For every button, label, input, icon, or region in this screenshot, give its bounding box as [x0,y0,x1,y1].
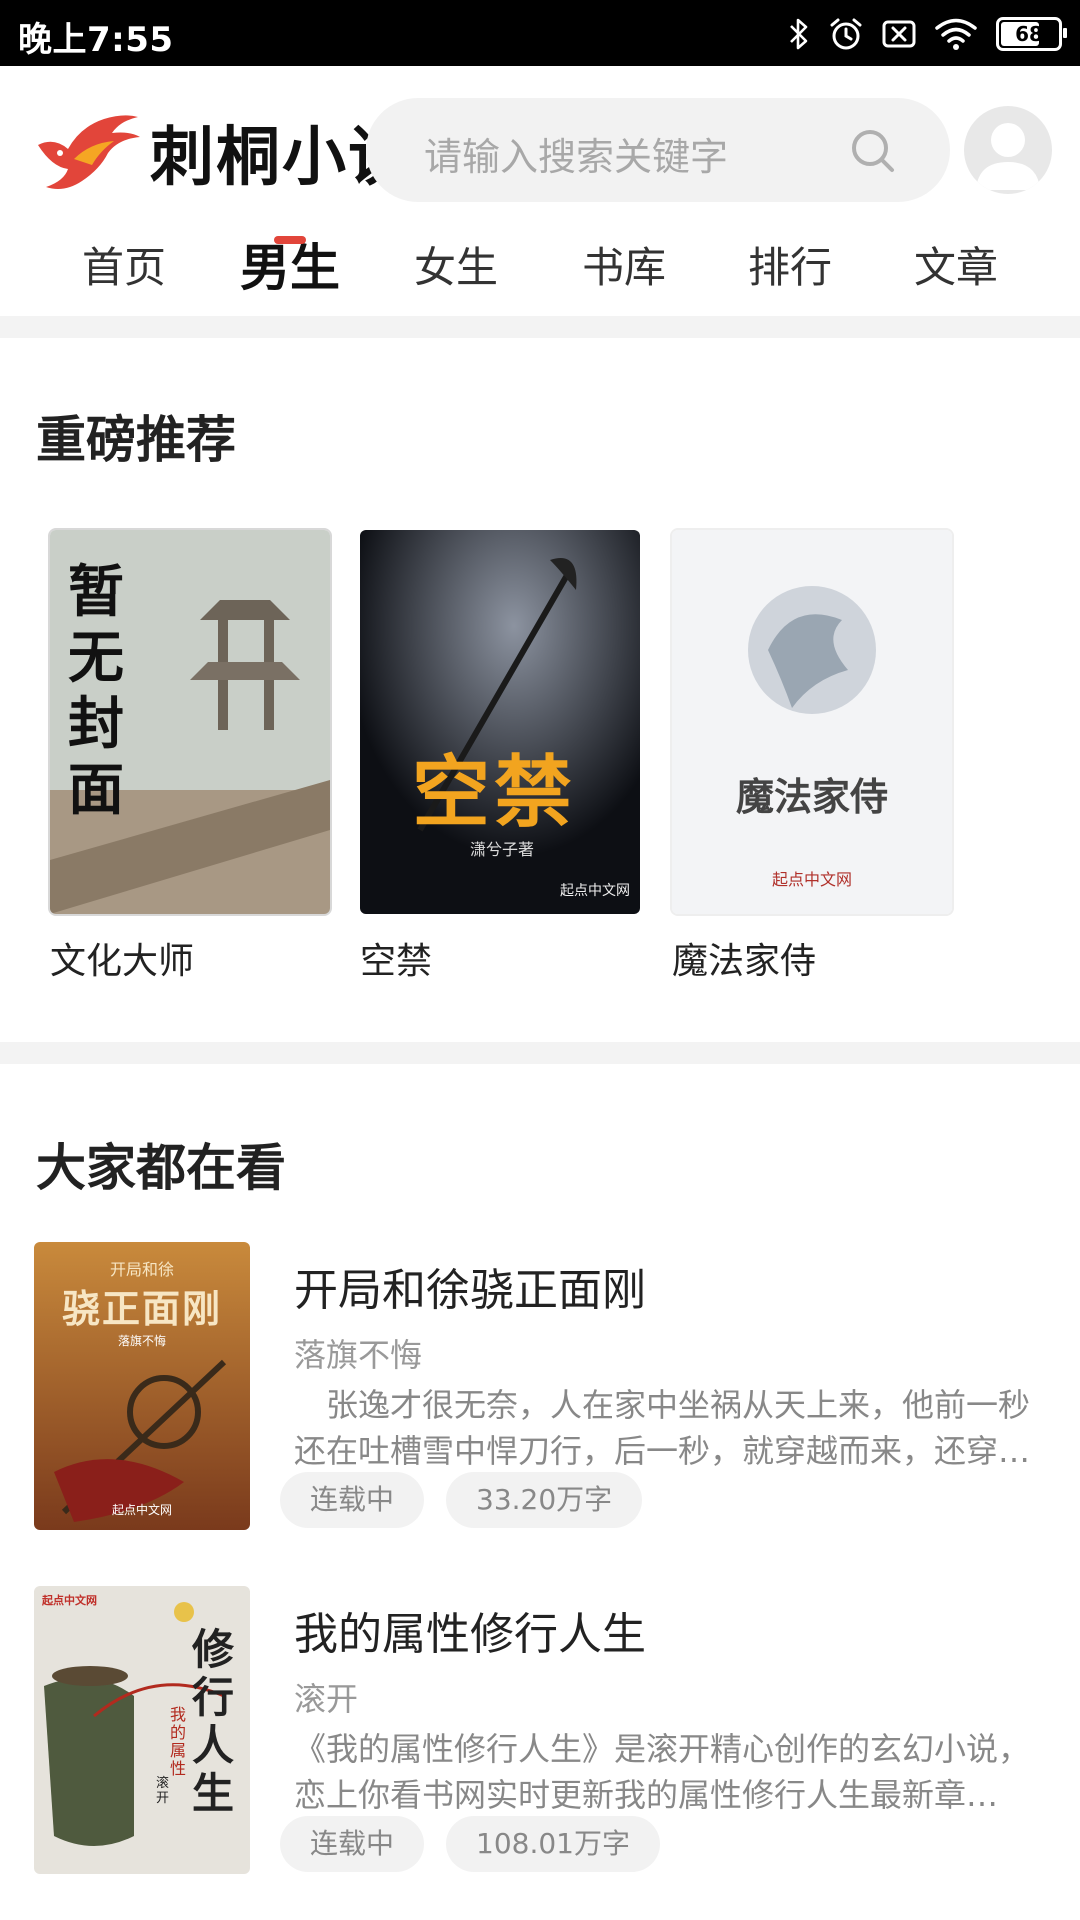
status-time: 晚上7:55 [18,20,174,60]
battery-percent: 68 [1015,22,1043,46]
book-title[interactable]: 文化大师 [50,932,194,984]
cover-subtitle-text: 我的属性 [170,1705,187,1778]
book-cover[interactable]: 开局和徐 骁正面刚 落旗不悔 起点中文网 [34,1242,250,1530]
list-item[interactable]: 起点中文网 修行人生 我的属性 滚开 我的属性修行人生 滚开 《我的属性修行人生… [0,1586,1080,1886]
search-bar[interactable]: 请输入搜索关键字 [366,98,950,202]
cover-publisher-text: 起点中文网 [771,870,852,889]
active-tab-indicator [274,236,306,244]
app-header: 刺桐小说 请输入搜索关键字 首页 男生 女生 书库 排行 文章 [0,66,1080,316]
status-bar: 晚上7:55 68 [0,0,1080,66]
status-badge: 连载中 [280,1472,425,1528]
app-logo[interactable]: 刺桐小说 [34,106,414,198]
phoenix-logo-icon [38,115,140,189]
tab-library[interactable]: 书库 [582,234,666,295]
book-cover[interactable]: 起点中文网 修行人生 我的属性 滚开 [34,1586,250,1874]
cover-publisher-text: 起点中文网 [42,1594,97,1607]
battery-icon: 68 [996,17,1067,51]
book-cover[interactable]: 空禁 潇兮子著 起点中文网 [360,530,640,914]
section-divider [0,316,1080,338]
list-item[interactable]: 开局和徐 骁正面刚 落旗不悔 起点中文网 开局和徐骁正面刚 落旗不悔 张逸才很无… [0,1242,1080,1542]
book-title[interactable]: 空禁 [360,932,432,984]
status-icons: 68 [788,14,1067,54]
cover-publisher-text: 起点中文网 [560,883,630,899]
search-placeholder[interactable]: 请输入搜索关键字 [424,126,728,181]
cover-title-line: 骁正面刚 [61,1287,222,1331]
bluetooth-icon [790,18,808,50]
featured-book-card[interactable]: 魔法家侍 起点中文网 魔法家侍 [672,530,956,982]
user-avatar[interactable] [964,106,1052,194]
book-cover[interactable]: 暂无封面 [50,530,330,914]
search-icon[interactable] [848,126,898,176]
sim-disabled-icon [882,20,916,48]
cover-author-text: 滚开 [156,1776,170,1806]
section-divider [0,1042,1080,1064]
cover-author-text: 潇兮子著 [470,840,535,859]
alarm-icon [830,18,862,50]
cover-title-text: 空禁 [412,748,577,838]
book-author: 滚开 [294,1680,359,1718]
cover-title-text: 修行人生 [192,1625,235,1818]
cover-title-line: 开局和徐 [109,1260,174,1279]
tab-articles[interactable]: 文章 [914,234,998,295]
cover-author-text: 落旗不悔 [117,1334,166,1348]
category-tabs: 首页 男生 女生 书库 排行 文章 [0,226,1080,316]
featured-book-card[interactable]: 暂无封面 文化大师 [50,530,334,982]
book-description: 张逸才很无奈，人在家中坐祸从天上来，他前一秒还在吐槽雪中悍刀行，后一秒，就穿越而… [294,1386,1031,1470]
popular-section-title: 大家都在看 [36,1139,286,1197]
tab-home[interactable]: 首页 [82,234,166,295]
cover-placeholder-text: 暂无封面 [68,560,124,823]
book-title[interactable]: 开局和徐骁正面刚 [294,1254,646,1318]
tab-female[interactable]: 女生 [414,234,498,295]
cover-title-text: 魔法家侍 [735,775,888,819]
wifi-icon [935,18,977,50]
book-description: 《我的属性修行人生》是滚开精心创作的玄幻小说，恋上你看书网实时更新我的属性修行人… [294,1730,1031,1814]
cover-art [672,530,952,914]
book-cover[interactable]: 魔法家侍 起点中文网 [672,530,952,914]
book-title[interactable]: 我的属性修行人生 [294,1598,646,1662]
tab-ranking[interactable]: 排行 [748,234,832,295]
book-title[interactable]: 魔法家侍 [672,932,816,984]
word-count-badge: 108.01万字 [446,1816,660,1872]
word-count-badge: 33.20万字 [446,1472,643,1528]
status-badge: 连载中 [280,1816,425,1872]
book-author: 落旗不悔 [294,1336,423,1374]
featured-book-card[interactable]: 空禁 潇兮子著 起点中文网 空禁 [360,530,644,982]
featured-section-title: 重磅推荐 [36,411,236,469]
cover-publisher-text: 起点中文网 [111,1503,172,1517]
user-icon [976,123,1040,190]
